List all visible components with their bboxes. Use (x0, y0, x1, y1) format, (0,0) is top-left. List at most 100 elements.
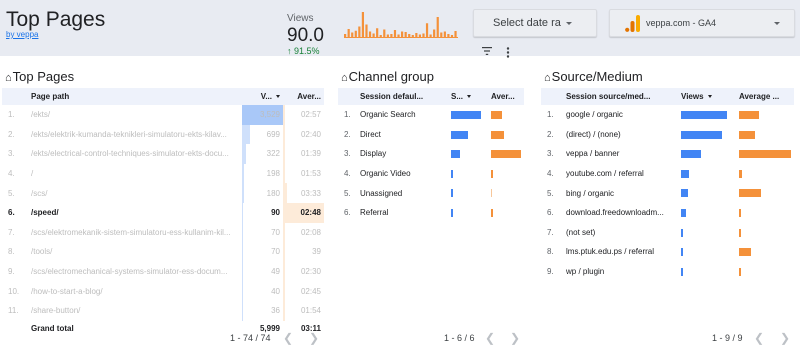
sparkline-bar (390, 34, 393, 37)
table-row[interactable]: 5. Unassigned (338, 183, 524, 203)
page-path-cell[interactable]: /share-button/ (28, 301, 242, 321)
orange-bar (739, 111, 759, 119)
row-rank: 2. (8, 129, 15, 139)
dimension-cell[interactable]: (not set) (563, 223, 678, 243)
blue-bar (681, 208, 687, 217)
table-row[interactable]: 3. /ekts/electrical-control-techniques-si… (2, 144, 324, 164)
dimension-cell[interactable]: youtube.com / referral (563, 164, 678, 184)
avg-time-cell: 02:30 (283, 261, 324, 282)
metric-bar-cell (678, 203, 736, 223)
row-rank: 9. (547, 267, 554, 277)
source-medium-header[interactable]: Session source/med... (563, 88, 678, 105)
page-path-cell[interactable]: /ekts/ (28, 105, 242, 125)
sparkline-bar (354, 30, 357, 37)
avg-time-header[interactable]: Aver... (283, 88, 324, 105)
avg-header[interactable]: Aver... (488, 88, 524, 105)
dimension-cell[interactable]: download.freedownloadm... (563, 203, 678, 223)
blue-bar (681, 130, 723, 139)
up-arrow-icon: ↑ (287, 46, 292, 56)
table-row[interactable]: 9. wp / plugin (541, 262, 794, 282)
table-row[interactable]: 2. /ekts/elektrik-kumanda-teknikleri-simu… (2, 124, 324, 145)
avg-heat-fill (283, 144, 286, 164)
page-path-cell[interactable]: /scs/elektromekanik-sistem-simulatoru-es… (28, 223, 242, 243)
table-row[interactable]: 1. google / organic (541, 105, 794, 125)
table-row[interactable]: 10. /how-to-start-a-blog/40 02:45 (2, 281, 324, 301)
table-row[interactable]: 4. Organic Video (338, 164, 524, 184)
views-header[interactable]: V... (242, 88, 283, 105)
table-row[interactable]: 2. Direct (338, 125, 524, 145)
page-path-cell[interactable]: / (28, 164, 242, 184)
page-path-cell[interactable]: /scs/ (28, 183, 242, 203)
views-heat-fill (242, 183, 245, 203)
table-row[interactable]: 5. bing / organic (541, 183, 794, 203)
next-page-icon[interactable]: ❯ (309, 331, 319, 345)
table-row[interactable]: 7. /scs/elektromekanik-sistem-simulatoru-… (2, 222, 324, 243)
page-path-cell[interactable]: /tools/ (28, 242, 242, 262)
blue-bar (681, 150, 701, 159)
dimension-cell[interactable]: Organic Search (357, 105, 448, 125)
views-header[interactable]: Views (678, 88, 736, 105)
page-path-cell[interactable]: /how-to-start-a-blog/ (28, 281, 242, 301)
table-row[interactable]: 3. Display (338, 144, 524, 164)
sessions-header[interactable]: S... (448, 88, 488, 105)
dimension-cell[interactable]: bing / organic (563, 183, 678, 203)
next-page-icon[interactable]: ❯ (510, 331, 520, 345)
prev-page-icon[interactable]: ❮ (485, 331, 495, 345)
dimension-cell[interactable]: Direct (357, 125, 448, 145)
more-vert-icon[interactable] (506, 47, 510, 58)
metric-bar-cell (678, 164, 736, 184)
page-path-cell[interactable]: /speed/ (28, 203, 242, 223)
table-row[interactable]: 5. /scs/180 03:33 (2, 183, 324, 203)
page-path-header[interactable]: Page path (28, 88, 242, 105)
avg-header[interactable]: Average ... (736, 88, 794, 105)
table-row[interactable]: 2. (direct) / (none) (541, 125, 794, 145)
grand-total-row: Grand total 5,999 03:11 (2, 321, 324, 337)
rank-header (338, 88, 357, 105)
avg-time-value: 01:39 (300, 149, 321, 159)
table-row[interactable]: 4. / 198 01:53 (2, 163, 324, 184)
table-row[interactable]: 1. Organic Search (338, 105, 524, 125)
avg-time-value: 02:08 (300, 227, 321, 237)
table-row[interactable]: 8. /tools/70 39 (2, 242, 324, 262)
views-sparkline (344, 12, 458, 38)
page-path-cell[interactable]: /ekts/electrical-control-techniques-simu… (28, 144, 242, 164)
prev-page-icon[interactable]: ❮ (283, 331, 293, 345)
dimension-cell[interactable]: Unassigned (357, 183, 448, 203)
row-rank: 11. (8, 306, 19, 316)
next-page-icon[interactable]: ❯ (780, 331, 790, 345)
page-path-cell[interactable]: /scs/electromechanical-systems-simulator… (28, 262, 242, 282)
prev-page-icon[interactable]: ❮ (754, 331, 764, 345)
table-row[interactable]: 6. /speed/90 02:48 (2, 202, 324, 223)
date-range-picker[interactable]: Select date ra (473, 9, 597, 37)
dimension-cell[interactable]: Display (357, 144, 448, 164)
table-row[interactable]: 4. youtube.com / referral (541, 164, 794, 184)
dimension-cell[interactable]: (direct) / (none) (563, 125, 678, 145)
dimension-cell[interactable]: Referral (357, 203, 448, 223)
dimension-cell[interactable]: lms.ptuk.edu.ps / referral (563, 242, 678, 262)
channel-group-header[interactable]: Session defaul... (357, 88, 448, 105)
channel-panel-title: ⌂Channel group (341, 69, 434, 84)
table-row[interactable]: 6. Referral (338, 203, 524, 223)
table-row[interactable]: 11. /share-button/36 01:54 (2, 300, 324, 321)
property-selector[interactable]: veppa.com - GA4 (609, 9, 795, 37)
page-path-cell[interactable]: /ekts/elektrik-kumanda-teknikleri-simula… (28, 125, 242, 145)
table-row[interactable]: 1. /ekts/3,529 02:57 (2, 105, 324, 125)
avg-heat-fill (283, 105, 286, 125)
avg-bar-cell (736, 262, 794, 282)
sparkline-bar (376, 28, 379, 37)
filter-icon[interactable] (482, 46, 492, 56)
dimension-cell[interactable]: wp / plugin (563, 262, 678, 282)
table-row[interactable]: 9. /scs/electromechanical-systems-simulat… (2, 261, 324, 282)
table-row[interactable]: 6. download.freedownloadm... (541, 203, 794, 223)
avg-heat-fill (283, 163, 286, 184)
metric-bar-cell (448, 105, 488, 125)
table-row[interactable]: 8. lms.ptuk.edu.ps / referral (541, 242, 794, 262)
table-row[interactable]: 3. veppa / banner (541, 144, 794, 164)
views-cell: 70 (242, 242, 283, 262)
orange-bar (491, 208, 494, 217)
author-link[interactable]: by veppa (6, 30, 38, 39)
dimension-cell[interactable]: Organic Video (357, 164, 448, 184)
dimension-cell[interactable]: google / organic (563, 105, 678, 125)
dimension-cell[interactable]: veppa / banner (563, 144, 678, 164)
table-row[interactable]: 7. (not set) (541, 223, 794, 243)
